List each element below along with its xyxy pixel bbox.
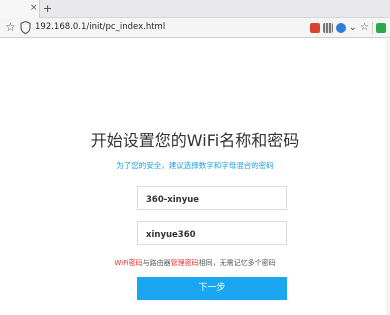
wifi-password-field[interactable]	[137, 221, 287, 246]
shield-icon[interactable]	[20, 21, 31, 34]
toolbar-divider	[372, 22, 373, 34]
wifi-password-input[interactable]	[138, 224, 286, 246]
grid-icon[interactable]	[322, 23, 333, 33]
navigation-bar: ☆ 192.168.0.1/init/pc_index.html ⌄ ☆	[0, 18, 390, 38]
note-connector: 与路由器	[142, 259, 171, 267]
next-step-button[interactable]: 下一步	[137, 277, 287, 300]
new-tab-button[interactable]: +	[43, 3, 52, 15]
lock-shield-icon[interactable]	[309, 23, 320, 33]
tab-strip: × +	[0, 0, 390, 18]
bookmark-star-icon[interactable]: ☆	[5, 20, 16, 34]
page-title: 开始设置您的WiFi名称和密码	[90, 131, 300, 150]
password-note: WiFi密码与路由器管理密码相同，无需记忆多个密码	[0, 258, 390, 268]
wifi-name-input[interactable]	[138, 189, 286, 211]
security-hint: 为了您的安全，建议选择数字和字母混合的密码	[116, 161, 274, 170]
address-bar[interactable]: 192.168.0.1/init/pc_index.html	[35, 22, 165, 33]
blue-circle-icon[interactable]	[335, 23, 346, 33]
green-square-icon[interactable]	[376, 23, 386, 33]
chevron-down-icon[interactable]: ⌄	[349, 22, 357, 34]
toolbar-icons: ⌄ ☆	[309, 21, 386, 35]
page-scrollbar[interactable]	[386, 39, 390, 315]
tab-close-button[interactable]: ×	[30, 3, 38, 13]
note-tail: 相同，无需记忆多个密码	[198, 259, 276, 267]
note-wifi-password: WiFi密码	[114, 259, 143, 267]
star-icon[interactable]: ☆	[360, 22, 369, 34]
browser-tab[interactable]: ×	[0, 0, 40, 18]
wifi-name-field[interactable]	[137, 186, 287, 211]
note-admin-password: 管理密码	[170, 259, 199, 267]
